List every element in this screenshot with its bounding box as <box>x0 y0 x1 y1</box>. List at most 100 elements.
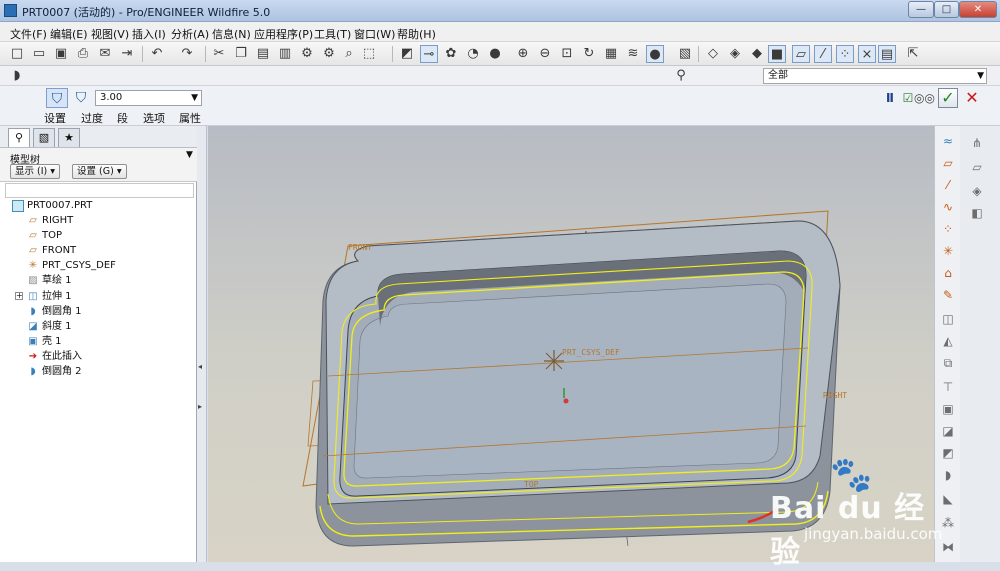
model-tree-tab-icon[interactable]: ⚲ <box>8 128 30 147</box>
model-tree-filter[interactable] <box>5 183 194 198</box>
paste-icon[interactable]: ▤ <box>254 45 272 63</box>
datum-plane-display-icon[interactable]: ▱ <box>792 45 810 63</box>
solidify-tool-icon[interactable]: ◧ <box>968 204 986 222</box>
open-file-icon[interactable]: ▭ <box>30 45 48 63</box>
favorites-tab-icon[interactable]: ★ <box>58 128 80 147</box>
selection-filter-select[interactable]: 全部 ▼ <box>763 68 987 84</box>
chevron-down-icon[interactable]: ▼ <box>186 150 193 160</box>
annotation-display-icon[interactable]: ▤ <box>878 45 896 63</box>
menu-tools[interactable]: 工具(T) <box>314 26 351 42</box>
context-help-icon[interactable]: ⇱ <box>904 45 922 63</box>
close-button[interactable]: ✕ <box>959 1 997 18</box>
sketch-tool-icon[interactable]: ✎ <box>939 286 957 304</box>
hole-tool-icon[interactable]: ⊤ <box>939 378 957 396</box>
tree-item-round-2[interactable]: ◗ 倒圆角 2 <box>0 364 196 379</box>
transition-mode-icon[interactable]: ⛉ <box>70 88 92 108</box>
tab-segments[interactable]: 段 <box>117 110 128 126</box>
tree-item-shell[interactable]: ▣ 壳 1 <box>0 334 196 349</box>
analysis-feature-icon[interactable]: ⌂ <box>939 264 957 282</box>
datum-axis-tool-icon[interactable]: ⁄ <box>939 176 957 194</box>
ok-icon[interactable]: ✓ <box>938 88 958 108</box>
pause-icon[interactable]: Ⅱ <box>884 90 896 106</box>
tree-item-extrude[interactable]: + ◫ 拉伸 1 <box>0 289 196 304</box>
expand-icon[interactable]: + <box>15 292 23 300</box>
revolve-tool-icon[interactable]: ◭ <box>939 332 957 350</box>
show-button[interactable]: 显示 (I) ▾ <box>10 164 61 179</box>
menu-insert[interactable]: 插入(I) <box>132 26 166 42</box>
sketch-tool-icon[interactable]: ◩ <box>398 45 416 63</box>
mail-icon[interactable]: ✉ <box>96 45 114 63</box>
folder-browser-tab-icon[interactable]: ▧ <box>33 128 55 147</box>
menu-edit[interactable]: 编辑(E) <box>50 26 88 42</box>
tree-item-csys[interactable]: ✳ PRT_CSYS_DEF <box>0 258 196 273</box>
orient-icon[interactable]: ● <box>486 45 504 63</box>
hidden-line-icon[interactable]: ◈ <box>726 45 744 63</box>
tree-item-sketch[interactable]: ▨ 草绘 1 <box>0 273 196 288</box>
settings-button[interactable]: 设置 (G) ▾ <box>72 164 127 179</box>
find-icon[interactable]: ⌕ <box>340 45 358 63</box>
datum-curve-tool-icon[interactable]: ∿ <box>939 198 957 216</box>
tree-item-front[interactable]: ▱ FRONT <box>0 243 196 258</box>
rib-tool-icon[interactable]: ◪ <box>939 422 957 440</box>
tree-item-right[interactable]: ▱ RIGHT <box>0 213 196 228</box>
menu-applications[interactable]: 应用程序(P) <box>254 26 313 42</box>
no-hidden-icon[interactable]: ◆ <box>748 45 766 63</box>
maximize-button[interactable]: □ <box>934 1 959 18</box>
panel-splitter[interactable]: ◂ ▸ <box>197 126 207 562</box>
tab-properties[interactable]: 属性 <box>179 110 201 126</box>
tab-settings[interactable]: 设置 <box>44 110 66 126</box>
zoom-out-icon[interactable]: ⊖ <box>536 45 554 63</box>
select-box-icon[interactable]: ⬚ <box>360 45 378 63</box>
radius-input[interactable]: 3.00 ▼ <box>95 90 202 106</box>
layers-icon[interactable]: ≋ <box>624 45 642 63</box>
collapse-arrow-icon[interactable]: ◂ <box>198 362 202 371</box>
extrude-tool-icon[interactable]: ◫ <box>939 310 957 328</box>
copy-icon[interactable]: ❐ <box>232 45 250 63</box>
menu-view[interactable]: 视图(V) <box>91 26 129 42</box>
reorient-icon[interactable]: ↻ <box>580 45 598 63</box>
new-file-icon[interactable]: □ <box>8 45 26 63</box>
merge-tool-icon[interactable]: ▱ <box>968 158 986 176</box>
datum-display-filter-icon[interactable]: ≈ <box>939 132 957 150</box>
tree-item-top[interactable]: ▱ TOP <box>0 228 196 243</box>
cut-icon[interactable]: ✂ <box>210 45 228 63</box>
smart-select-icon[interactable]: ⚲ <box>672 67 690 85</box>
display-style-icon[interactable]: ● <box>646 45 664 63</box>
regenerate-manager-icon[interactable]: ⚙ <box>320 45 338 63</box>
datum-axis-display-icon[interactable]: ⁄ <box>814 45 832 63</box>
save-icon[interactable]: ▣ <box>52 45 70 63</box>
datum-plane-tool-icon[interactable]: ▱ <box>939 154 957 172</box>
round-set-mode-icon[interactable]: ⛉ <box>46 88 68 108</box>
tab-options[interactable]: 选项 <box>143 110 165 126</box>
menu-window[interactable]: 窗口(W) <box>354 26 395 42</box>
paste-special-icon[interactable]: ▥ <box>276 45 294 63</box>
undo-icon[interactable]: ↶ <box>148 45 166 63</box>
print-icon[interactable]: ⎙ <box>74 45 92 63</box>
menu-help[interactable]: 帮助(H) <box>397 26 436 42</box>
datum-point-display-icon[interactable]: ⁘ <box>836 45 854 63</box>
tab-transition[interactable]: 过度 <box>81 110 103 126</box>
preview-checkbox-icon[interactable]: ☑ <box>902 90 914 106</box>
redo-icon[interactable]: ↷ <box>178 45 196 63</box>
csys-tool-icon[interactable]: ✳ <box>939 242 957 260</box>
tree-item-part[interactable]: PRT0007.PRT <box>0 198 196 213</box>
menu-info[interactable]: 信息(N) <box>212 26 251 42</box>
constraint-icon[interactable]: ⊸ <box>420 45 438 63</box>
tree-item-draft[interactable]: ◪ 斜度 1 <box>0 319 196 334</box>
analysis-icon[interactable]: ✿ <box>442 45 460 63</box>
datum-point-tool-icon[interactable]: ⁘ <box>939 220 957 238</box>
menu-analysis[interactable]: 分析(A) <box>171 26 209 42</box>
verify-glasses-icon[interactable]: ◎◎ <box>914 90 935 106</box>
expand-arrow-icon[interactable]: ▸ <box>198 402 202 411</box>
trim-tool-icon[interactable]: ⋔ <box>968 134 986 152</box>
minimize-button[interactable]: — <box>908 1 934 18</box>
sweep-tool-icon[interactable]: ⧉ <box>939 354 957 372</box>
wireframe-icon[interactable]: ◇ <box>704 45 722 63</box>
zoom-in-icon[interactable]: ⊕ <box>514 45 532 63</box>
view-manager-icon[interactable]: ▧ <box>676 45 694 63</box>
shading-icon[interactable]: ■ <box>768 45 786 63</box>
tree-item-insert-here[interactable]: ➔ 在此插入 <box>0 349 196 364</box>
cancel-icon[interactable]: ✕ <box>962 88 982 108</box>
send-icon[interactable]: ⇥ <box>118 45 136 63</box>
saved-views-icon[interactable]: ▦ <box>602 45 620 63</box>
